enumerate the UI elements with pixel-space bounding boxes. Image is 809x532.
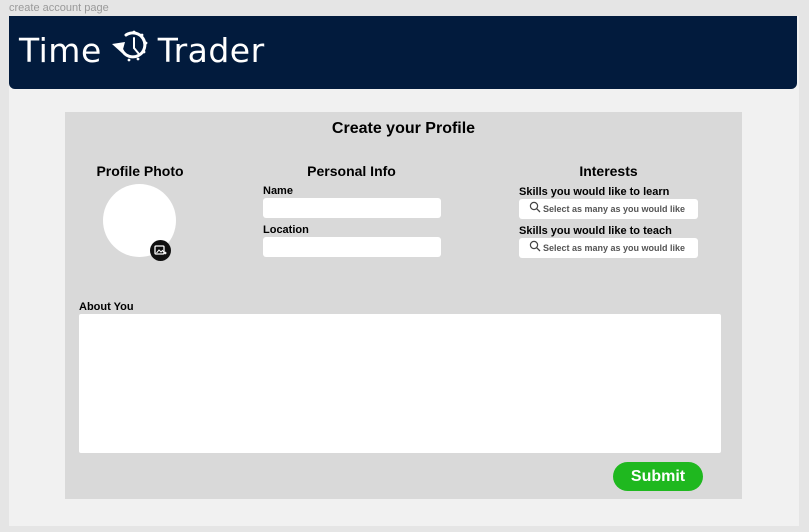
teach-skills-search[interactable]: [519, 238, 698, 258]
profile-form-card: Create your Profile Profile Photo Person…: [65, 112, 742, 499]
about-you-label: About You: [79, 301, 134, 313]
teach-skills-input[interactable]: [541, 243, 693, 253]
brand-logo[interactable]: Time Trader: [19, 28, 265, 72]
about-you-textarea[interactable]: [79, 314, 721, 453]
learn-skills-label: Skills you would like to learn: [519, 186, 670, 198]
name-label: Name: [263, 185, 293, 197]
location-field[interactable]: [263, 237, 441, 257]
brand-name-left: Time: [19, 30, 102, 70]
name-field[interactable]: [263, 198, 441, 218]
clock-arrow-icon: [108, 26, 152, 74]
learn-skills-input[interactable]: [541, 204, 693, 214]
search-icon: [529, 200, 541, 218]
teach-skills-label: Skills you would like to teach: [519, 225, 672, 237]
page-title: Create your Profile: [331, 120, 476, 137]
app-header: Time Trader: [9, 16, 797, 89]
search-icon: [529, 239, 541, 257]
profile-photo-heading: Profile Photo: [96, 163, 184, 179]
learn-skills-search[interactable]: [519, 199, 698, 219]
submit-button[interactable]: Submit: [613, 462, 703, 491]
interests-heading: Interests: [579, 163, 638, 179]
frame-label: create account page: [9, 2, 109, 14]
personal-info-heading: Personal Info: [307, 163, 396, 179]
brand-name-right: Trader: [157, 30, 265, 70]
location-label: Location: [263, 224, 309, 236]
page-frame: Time Trader Create your Profile Profile …: [9, 16, 799, 526]
image-upload-icon[interactable]: [150, 240, 171, 261]
